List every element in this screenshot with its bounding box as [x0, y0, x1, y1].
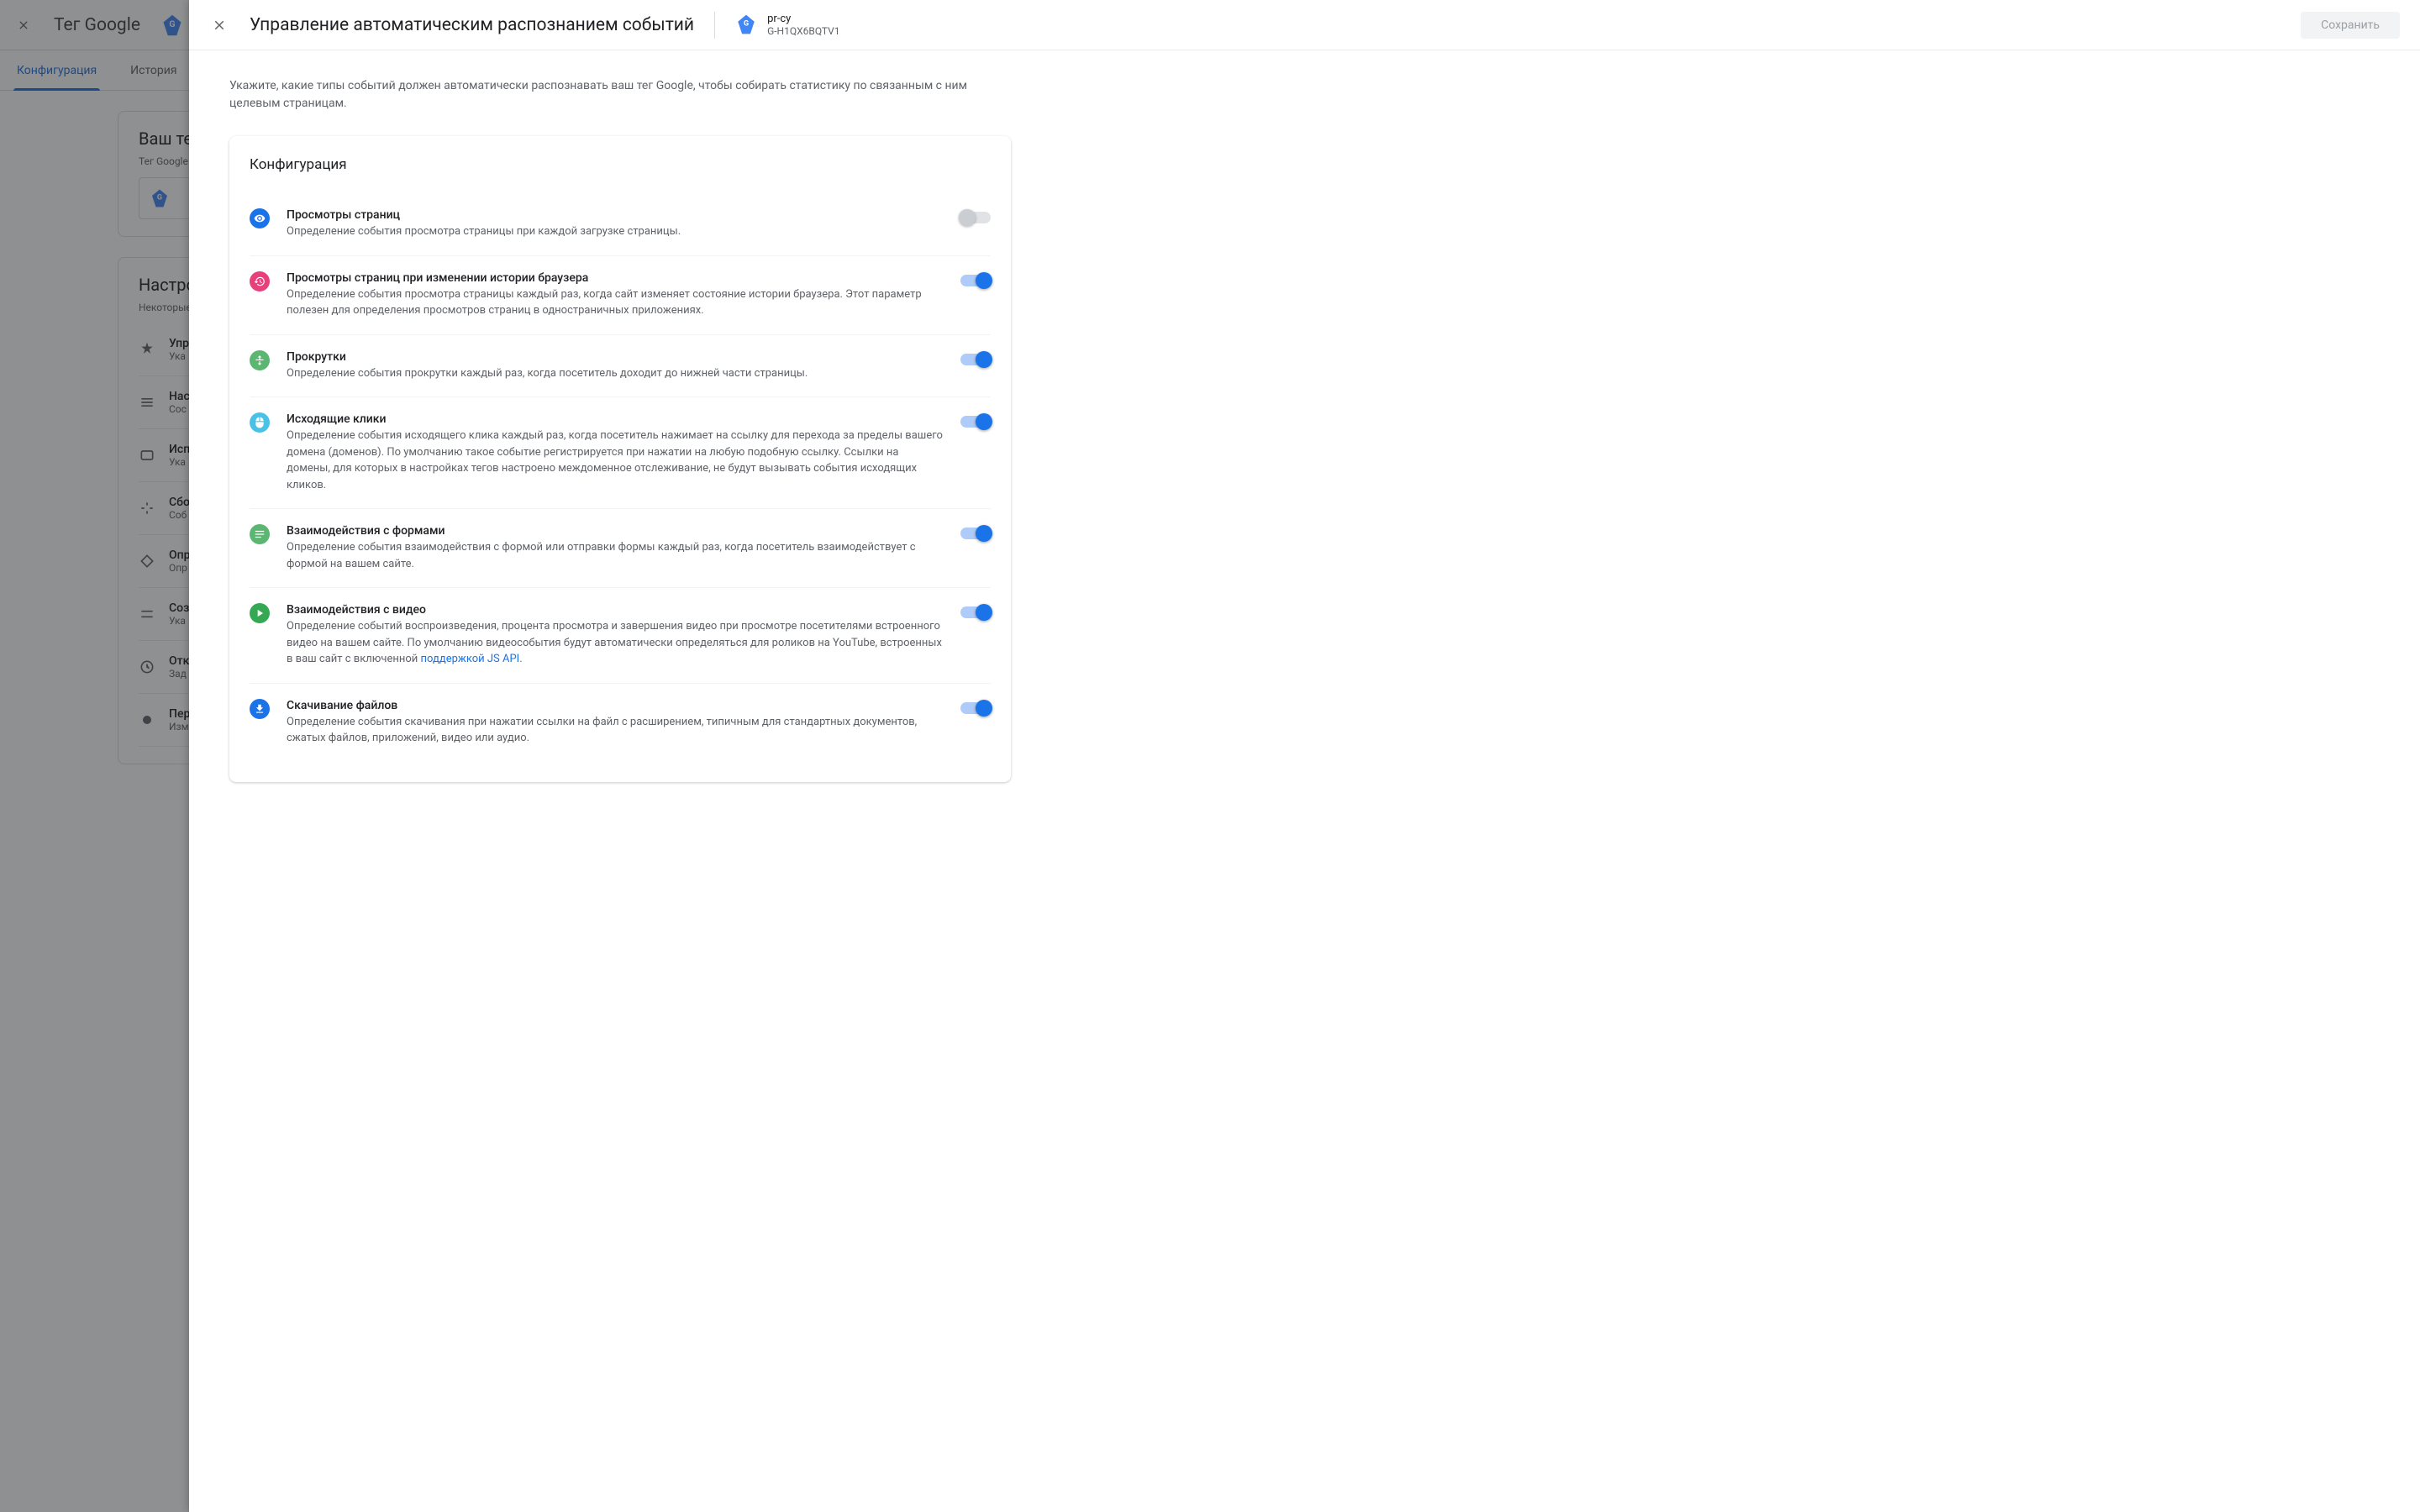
click-icon — [250, 412, 270, 433]
event-text: Просмотры страниц при изменении истории … — [287, 271, 944, 319]
settings-panel: Управление автоматическим распознанием с… — [189, 0, 2420, 1512]
panel-title: Управление автоматическим распознанием с… — [250, 15, 694, 35]
event-title: Просмотры страниц — [287, 208, 944, 222]
event-text: Взаимодействия с видеоОпределение событи… — [287, 603, 944, 668]
event-row: Исходящие клики Определение события исход… — [250, 397, 991, 509]
config-card-title: Конфигурация — [250, 156, 991, 173]
event-toggle[interactable] — [960, 416, 991, 428]
event-desc: Определение события взаимодействия с фор… — [287, 539, 944, 572]
config-card: Конфигурация Просмотры страницОпределени… — [229, 136, 1011, 782]
event-toggle[interactable] — [960, 275, 991, 286]
form-icon — [250, 524, 270, 544]
event-title: Взаимодействия с видео — [287, 603, 944, 617]
event-toggle[interactable] — [960, 606, 991, 618]
event-row: Скачивание файлов Определение события ска… — [250, 684, 991, 762]
event-title: Взаимодействия с формами — [287, 524, 944, 538]
panel-header: Управление автоматическим распознанием с… — [189, 0, 2420, 50]
history-icon — [250, 271, 270, 291]
event-row: Просмотры страницОпределение события про… — [250, 193, 991, 256]
event-toggle[interactable] — [960, 354, 991, 365]
event-desc: Определение события просмотра страницы п… — [287, 223, 944, 240]
event-row: ПрокруткиОпределение события прокрутки к… — [250, 335, 991, 398]
event-text: ПрокруткиОпределение события прокрутки к… — [287, 350, 944, 382]
gtag-icon: G — [735, 13, 757, 35]
event-toggle — [960, 212, 991, 223]
event-text: Исходящие клики Определение события исход… — [287, 412, 944, 493]
property-id: G-H1QX6BQTV1 — [767, 25, 839, 37]
event-title: Скачивание файлов — [287, 699, 944, 712]
event-desc: Определение события исходящего клика каж… — [287, 428, 944, 493]
svg-text:G: G — [744, 20, 749, 29]
panel-property: G pr-cy G-H1QX6BQTV1 — [735, 13, 839, 38]
event-row: Взаимодействия с видеоОпределение событи… — [250, 588, 991, 684]
event-text: Скачивание файлов Определение события ска… — [287, 699, 944, 747]
download-icon — [250, 699, 270, 719]
event-title: Просмотры страниц при изменении истории … — [287, 271, 944, 285]
event-desc: Определение событий воспроизведения, про… — [287, 618, 944, 668]
event-row: Просмотры страниц при изменении истории … — [250, 256, 991, 335]
event-desc: Определение события скачивания при нажат… — [287, 714, 944, 747]
close-icon[interactable] — [209, 15, 229, 35]
event-title: Прокрутки — [287, 350, 944, 364]
event-text: Просмотры страницОпределение события про… — [287, 208, 944, 240]
event-desc: Определение события просмотра страницы к… — [287, 286, 944, 319]
event-toggle[interactable] — [960, 528, 991, 539]
event-toggle[interactable] — [960, 702, 991, 714]
property-name: pr-cy — [767, 13, 839, 26]
js-api-link[interactable]: поддержкой JS API — [420, 653, 519, 665]
divider — [714, 12, 715, 39]
event-text: Взаимодействия с формамиОпределение собы… — [287, 524, 944, 572]
panel-body: Укажите, какие типы событий должен автом… — [189, 50, 2420, 1512]
event-row: Взаимодействия с формамиОпределение собы… — [250, 509, 991, 588]
eye-icon — [250, 208, 270, 228]
event-title: Исходящие клики — [287, 412, 944, 426]
panel-intro: Укажите, какие типы событий должен автом… — [229, 77, 986, 113]
event-desc: Определение события прокрутки каждый раз… — [287, 365, 944, 382]
video-icon — [250, 603, 270, 623]
save-button[interactable]: Сохранить — [2301, 12, 2400, 39]
scroll-icon — [250, 350, 270, 370]
